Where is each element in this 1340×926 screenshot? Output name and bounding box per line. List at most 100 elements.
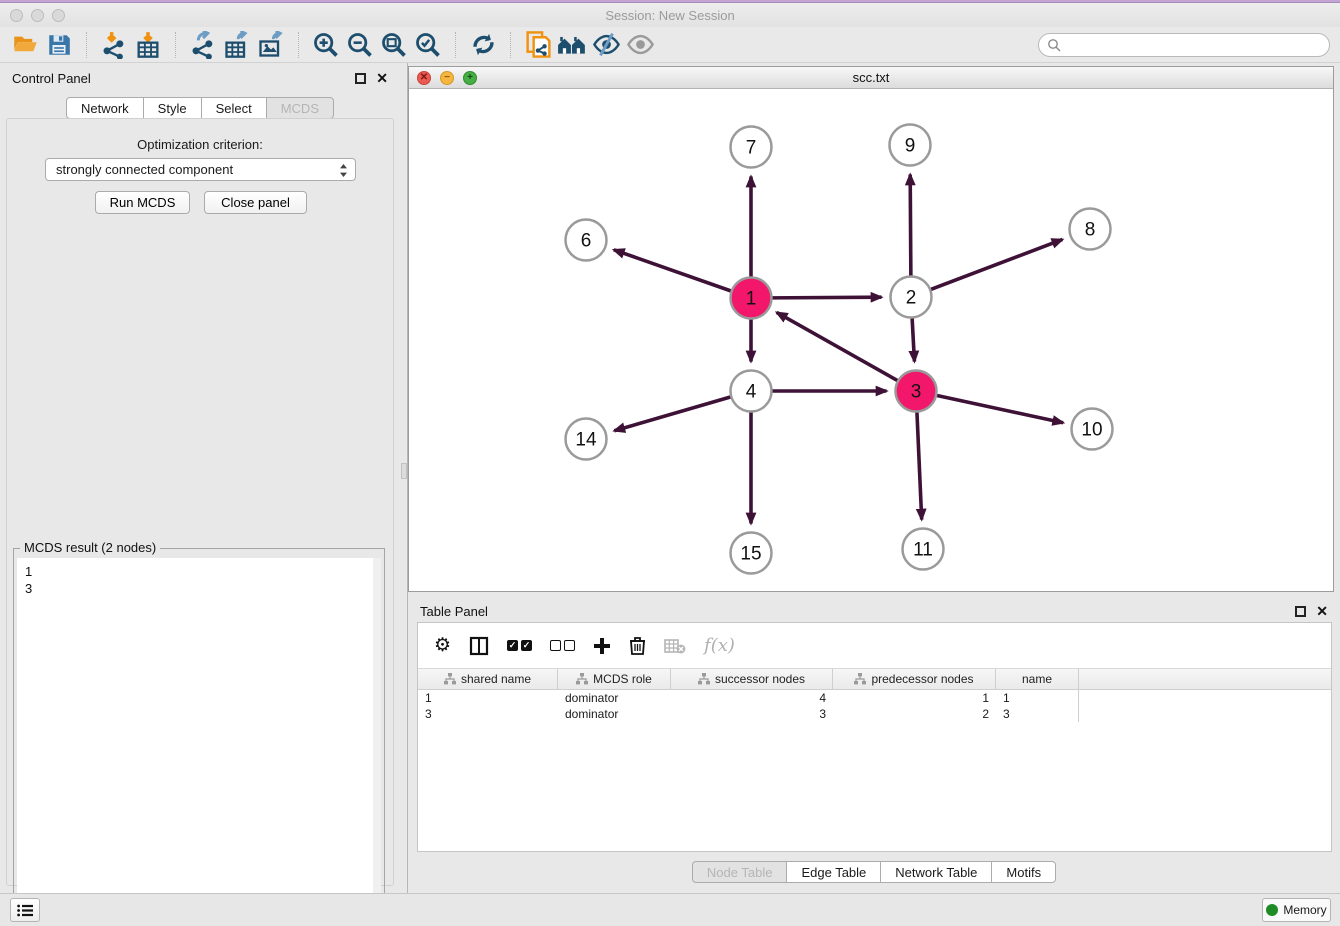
add-row-icon[interactable] [593, 637, 611, 655]
node-label-4: 4 [746, 382, 757, 403]
zoom-fit-icon[interactable] [377, 29, 411, 61]
close-panel-button[interactable]: Close panel [204, 191, 307, 214]
memory-button[interactable]: Memory [1262, 898, 1331, 922]
tab-network[interactable]: Network [66, 97, 144, 119]
open-session-icon[interactable] [8, 29, 42, 61]
export-network-icon[interactable] [186, 29, 220, 61]
criterion-value: strongly connected component [56, 162, 233, 177]
toolbar-separator [175, 32, 176, 58]
mcds-result-values: 1 3 [17, 558, 381, 602]
import-table-icon[interactable] [131, 29, 165, 61]
mcds-result-title: MCDS result (2 nodes) [20, 540, 160, 555]
select-all-icon[interactable]: ✓✓ [507, 640, 532, 651]
float-panel-icon[interactable] [355, 73, 366, 84]
export-image-icon[interactable] [254, 29, 288, 61]
column-header-name[interactable]: name [996, 669, 1079, 689]
node-label-7: 7 [746, 138, 757, 159]
edge-2-3[interactable] [912, 318, 914, 361]
delete-row-icon[interactable] [629, 636, 646, 655]
table-tabs: Node Table Edge Table Network Table Moti… [408, 861, 1340, 883]
table-row[interactable]: 3dominator323 [418, 706, 1331, 722]
network-canvas[interactable]: 7968124314101511 [409, 89, 1333, 591]
tab-mcds[interactable]: MCDS [267, 97, 334, 119]
column-header-predecessor-nodes[interactable]: predecessor nodes [833, 669, 996, 689]
edge-1-6[interactable] [614, 250, 731, 291]
tab-motifs[interactable]: Motifs [992, 861, 1056, 883]
export-table-icon[interactable] [220, 29, 254, 61]
toolbar-separator [510, 32, 511, 58]
tab-node-table[interactable]: Node Table [692, 861, 788, 883]
tab-style[interactable]: Style [144, 97, 202, 119]
table-header-row: shared name MCDS role successor nodes pr… [418, 669, 1331, 690]
edge-2-8[interactable] [931, 239, 1062, 289]
cell-name[interactable]: 1 [996, 690, 1079, 706]
deselect-all-icon[interactable] [550, 640, 575, 651]
node-label-2: 2 [906, 288, 917, 309]
table-settings-icon[interactable]: ⚙ [434, 634, 451, 657]
titlebar: Session: New Session [0, 3, 1340, 27]
float-table-panel-icon[interactable] [1295, 606, 1306, 617]
result-scrollbar[interactable] [373, 558, 381, 926]
control-panel-title: Control Panel [12, 71, 91, 86]
network-graph[interactable]: 7968124314101511 [409, 89, 1333, 591]
cell-predecessor-nodes[interactable]: 2 [833, 706, 996, 722]
mcds-result-area[interactable]: 1 3 [17, 558, 381, 926]
node-table-container: ⚙ ✓✓ f(x) shared name MC [417, 622, 1332, 852]
cell-successor-nodes[interactable]: 3 [671, 706, 833, 722]
table-panel: Table Panel ✕ ⚙ ✓✓ f(x) [408, 596, 1340, 893]
close-table-panel-icon[interactable]: ✕ [1316, 606, 1328, 617]
apply-layout-icon[interactable] [466, 29, 500, 61]
cell-MCDS-role[interactable]: dominator [558, 706, 671, 722]
memory-label: Memory [1283, 903, 1326, 917]
task-history-button[interactable] [10, 898, 40, 922]
delete-table-icon[interactable] [664, 638, 686, 654]
search-input[interactable] [1038, 33, 1330, 57]
mcds-panel: Optimization criterion: strongly connect… [6, 118, 394, 886]
hierarchy-icon [854, 673, 866, 685]
zoom-selected-icon[interactable] [411, 29, 445, 61]
cell-MCDS-role[interactable]: dominator [558, 690, 671, 706]
column-header-shared-name[interactable]: shared name [418, 669, 558, 689]
save-session-icon[interactable] [42, 29, 76, 61]
column-header-mcds-role[interactable]: MCDS role [558, 669, 671, 689]
edge-3-10[interactable] [937, 396, 1063, 423]
cell-shared-name[interactable]: 1 [418, 690, 558, 706]
tab-network-table[interactable]: Network Table [881, 861, 992, 883]
splitter-handle[interactable] [401, 463, 407, 479]
network-title: scc.txt [409, 70, 1333, 85]
tab-select[interactable]: Select [202, 97, 267, 119]
control-panel-tabs: Network Style Select MCDS [0, 97, 400, 119]
status-bar: Memory [0, 893, 1340, 926]
node-label-6: 6 [581, 231, 592, 252]
show-all-icon[interactable] [623, 29, 657, 61]
function-builder-icon[interactable]: f(x) [704, 635, 735, 656]
criterion-select[interactable]: strongly connected component [45, 158, 356, 181]
run-mcds-button[interactable]: Run MCDS [95, 191, 190, 214]
cell-shared-name[interactable]: 3 [418, 706, 558, 722]
import-network-icon[interactable] [97, 29, 131, 61]
edge-3-1[interactable] [777, 312, 898, 380]
edge-3-11[interactable] [917, 412, 922, 519]
zoom-out-icon[interactable] [343, 29, 377, 61]
cell-name[interactable]: 3 [996, 706, 1079, 722]
tab-edge-table[interactable]: Edge Table [787, 861, 881, 883]
edge-1-2[interactable] [772, 297, 881, 298]
clone-network-icon[interactable] [521, 29, 555, 61]
table-row[interactable]: 1dominator411 [418, 690, 1331, 706]
window-title: Session: New Session [0, 8, 1340, 23]
hide-selected-icon[interactable] [589, 29, 623, 61]
network-window: ✕ − + scc.txt 7968124314101511 [408, 66, 1334, 592]
cell-predecessor-nodes[interactable]: 1 [833, 690, 996, 706]
close-panel-icon[interactable]: ✕ [376, 73, 388, 84]
column-header-successor-nodes[interactable]: successor nodes [671, 669, 833, 689]
edge-4-14[interactable] [614, 397, 730, 431]
vertical-splitter[interactable] [400, 63, 408, 893]
toolbar-separator [455, 32, 456, 58]
hierarchy-icon [444, 673, 456, 685]
cell-successor-nodes[interactable]: 4 [671, 690, 833, 706]
node-label-1: 1 [746, 289, 757, 310]
toggle-columns-icon[interactable] [469, 636, 489, 656]
zoom-in-icon[interactable] [309, 29, 343, 61]
edge-2-9[interactable] [910, 174, 911, 275]
first-neighbors-icon[interactable] [555, 29, 589, 61]
